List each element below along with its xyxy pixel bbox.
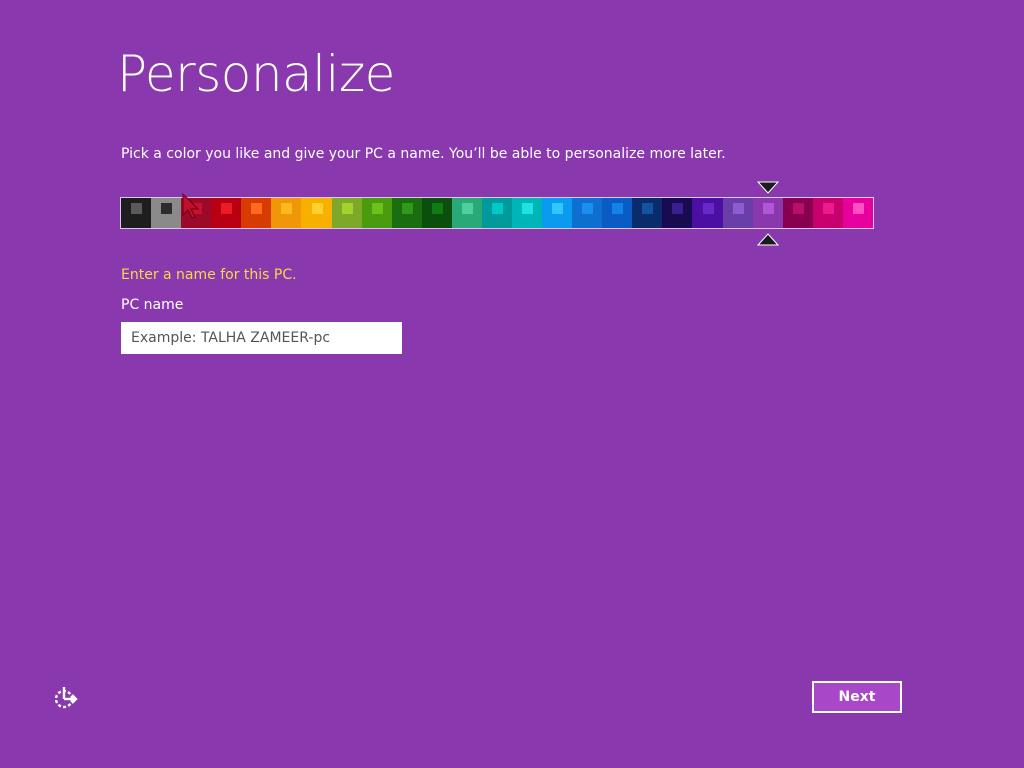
color-swatch[interactable] xyxy=(782,198,813,228)
selection-marker-top-icon xyxy=(757,181,779,194)
color-swatch-chip xyxy=(491,203,503,214)
pc-name-input[interactable] xyxy=(121,322,402,354)
color-picker[interactable] xyxy=(120,197,874,229)
color-swatch[interactable] xyxy=(301,198,332,228)
color-swatch-chip xyxy=(461,203,473,214)
color-swatch-chip xyxy=(431,203,443,214)
color-swatch-chip xyxy=(612,203,624,214)
color-swatch-chip xyxy=(732,203,744,214)
color-swatch-chip xyxy=(221,203,233,214)
color-swatch-chip xyxy=(341,203,353,214)
color-swatch[interactable] xyxy=(271,198,302,228)
color-swatch-chip xyxy=(642,203,654,214)
color-swatch[interactable] xyxy=(331,198,362,228)
page-title: Personalize xyxy=(117,45,395,103)
color-swatch[interactable] xyxy=(421,198,452,228)
selection-marker-bottom-icon xyxy=(757,233,779,246)
color-swatch-chip xyxy=(822,203,834,214)
color-swatch-chip xyxy=(552,203,564,214)
color-swatch[interactable] xyxy=(241,198,272,228)
next-button[interactable]: Next xyxy=(812,681,902,713)
color-swatch-chip xyxy=(281,203,293,214)
color-swatch-chip xyxy=(582,203,594,214)
color-swatch[interactable] xyxy=(572,198,603,228)
name-prompt: Enter a name for this PC. xyxy=(121,267,297,283)
color-swatch-chip xyxy=(702,203,714,214)
color-swatch[interactable] xyxy=(512,198,543,228)
color-swatch[interactable] xyxy=(602,198,633,228)
color-swatch-chip xyxy=(762,203,774,214)
color-swatch[interactable] xyxy=(752,198,783,228)
mouse-pointer-icon xyxy=(181,192,203,219)
color-swatch-chip xyxy=(792,203,804,214)
color-swatch[interactable] xyxy=(692,198,723,228)
color-swatch[interactable] xyxy=(451,198,482,228)
color-swatch-chip xyxy=(371,203,383,214)
color-swatch[interactable] xyxy=(662,198,693,228)
pc-name-label: PC name xyxy=(121,297,184,313)
color-swatch-chip xyxy=(311,203,323,214)
ease-of-access-icon[interactable] xyxy=(52,684,80,712)
color-swatch-chip xyxy=(522,203,534,214)
color-swatch-chip xyxy=(672,203,684,214)
color-swatch-chip xyxy=(401,203,413,214)
color-swatch-chip xyxy=(131,203,143,214)
color-swatch[interactable] xyxy=(481,198,513,228)
color-swatch[interactable] xyxy=(842,198,873,228)
color-swatch[interactable] xyxy=(542,198,573,228)
color-swatch[interactable] xyxy=(361,198,392,228)
color-swatch-chip xyxy=(852,203,864,214)
color-swatch[interactable] xyxy=(211,198,242,228)
color-swatch[interactable] xyxy=(722,198,753,228)
page-subtitle: Pick a color you like and give your PC a… xyxy=(121,146,726,162)
color-swatch[interactable] xyxy=(391,198,422,228)
color-swatch[interactable] xyxy=(812,198,843,228)
color-swatch-chip xyxy=(251,203,263,214)
color-swatch[interactable] xyxy=(121,198,152,228)
color-swatch[interactable] xyxy=(151,198,182,228)
color-swatch-chip xyxy=(161,203,173,214)
color-swatch[interactable] xyxy=(632,198,663,228)
